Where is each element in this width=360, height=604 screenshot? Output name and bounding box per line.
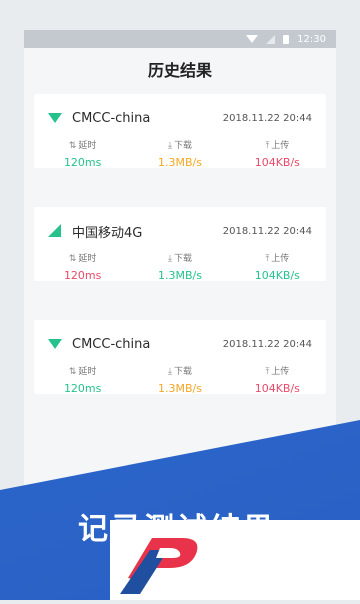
download-label: 下载 — [173, 254, 192, 264]
download-metric: ⤓ 下载 1.3MB/s — [131, 253, 228, 282]
card-header: CMCC-china 2018.11.22 20:44 — [48, 336, 312, 352]
latency-metric: ⇅ 延时 120ms — [34, 140, 131, 169]
card-header: 中国移动4G 2018.11.22 20:44 — [48, 223, 312, 241]
wifi-icon — [48, 337, 62, 351]
history-card-1[interactable]: CMCC-china 2018.11.22 20:44 ⇅ 延时 120ms ⤓ 下… — [34, 94, 326, 169]
metrics-row: ⇅ 延时 120ms ⤓ 下载 1.3MB/s ⤒ 上传 104KB/s — [34, 140, 326, 169]
latency-icon: ⇅ — [68, 141, 77, 151]
latency-icon: ⇅ — [68, 367, 77, 377]
latency-value: 120ms — [63, 382, 102, 395]
download-metric: ⤓ 下载 1.3MB/s — [131, 366, 228, 395]
latency-label: 延时 — [78, 367, 97, 377]
latency-label: 延时 — [78, 254, 97, 264]
download-icon: ⤓ — [167, 254, 172, 264]
status-bar: 12:30 — [24, 30, 336, 48]
download-value: 1.3MB/s — [158, 269, 202, 282]
wifi-icon — [48, 111, 62, 125]
upload-value: 104KB/s — [254, 269, 300, 282]
latency-metric: ⇅ 延时 120ms — [34, 253, 131, 282]
upload-icon: ⤒ — [265, 367, 270, 377]
download-value: 1.3MB/s — [158, 382, 202, 395]
upload-label: 上传 — [271, 254, 290, 264]
signal-icon — [266, 34, 276, 44]
upload-label: 上传 — [271, 367, 290, 377]
network-name: CMCC-china — [72, 336, 151, 352]
network-name: CMCC-china — [72, 110, 151, 126]
title-bar: 历史结果 — [24, 48, 336, 90]
download-icon: ⤓ — [167, 367, 172, 377]
download-icon: ⤓ — [167, 141, 172, 151]
history-card-2[interactable]: 中国移动4G 2018.11.22 20:44 ⇅ 延时 120ms ⤓ 下载 1.… — [34, 207, 326, 282]
upload-metric: ⤒ 上传 104KB/s — [229, 366, 326, 395]
upload-metric: ⤒ 上传 104KB/s — [229, 253, 326, 282]
latency-value: 120ms — [63, 156, 102, 169]
history-card-3[interactable]: CMCC-china 2018.11.22 20:44 ⇅ 延时 120ms ⤓ 下… — [34, 320, 326, 395]
status-time: 12:30 — [297, 33, 326, 45]
network-name: 中国移动4G — [72, 225, 143, 241]
latency-icon: ⇅ — [68, 254, 77, 264]
latency-metric: ⇅ 延时 120ms — [34, 366, 131, 395]
cellular-signal-icon — [48, 224, 62, 238]
battery-icon — [283, 34, 290, 44]
upload-value: 104KB/s — [254, 382, 300, 395]
test-datetime: 2018.11.22 20:44 — [222, 225, 312, 237]
download-label: 下载 — [173, 141, 192, 151]
upload-metric: ⤒ 上传 104KB/s — [229, 140, 326, 169]
upload-icon: ⤒ — [265, 141, 270, 151]
metrics-row: ⇅ 延时 120ms ⤓ 下载 1.3MB/s ⤒ 上传 104KB/s — [34, 253, 326, 282]
metrics-row: ⇅ 延时 120ms ⤓ 下载 1.3MB/s ⤒ 上传 104KB/s — [34, 366, 326, 395]
latency-label: 延时 — [78, 141, 97, 151]
test-datetime: 2018.11.22 20:44 — [222, 112, 312, 124]
test-datetime: 2018.11.22 20:44 — [222, 338, 312, 350]
upload-icon: ⤒ — [265, 254, 270, 264]
wifi-icon — [246, 35, 259, 43]
card-header: CMCC-china 2018.11.22 20:44 — [48, 110, 312, 126]
upload-label: 上传 — [271, 141, 290, 151]
phone-screen: 12:30 历史结果 CMCC-china 2018.11.22 20:44 ⇅… — [24, 30, 336, 590]
download-label: 下载 — [173, 367, 192, 377]
download-metric: ⤓ 下载 1.3MB/s — [131, 140, 228, 169]
upload-value: 104KB/s — [254, 156, 300, 169]
latency-value: 120ms — [63, 269, 102, 282]
download-value: 1.3MB/s — [158, 156, 202, 169]
page-title: 历史结果 — [147, 61, 212, 80]
